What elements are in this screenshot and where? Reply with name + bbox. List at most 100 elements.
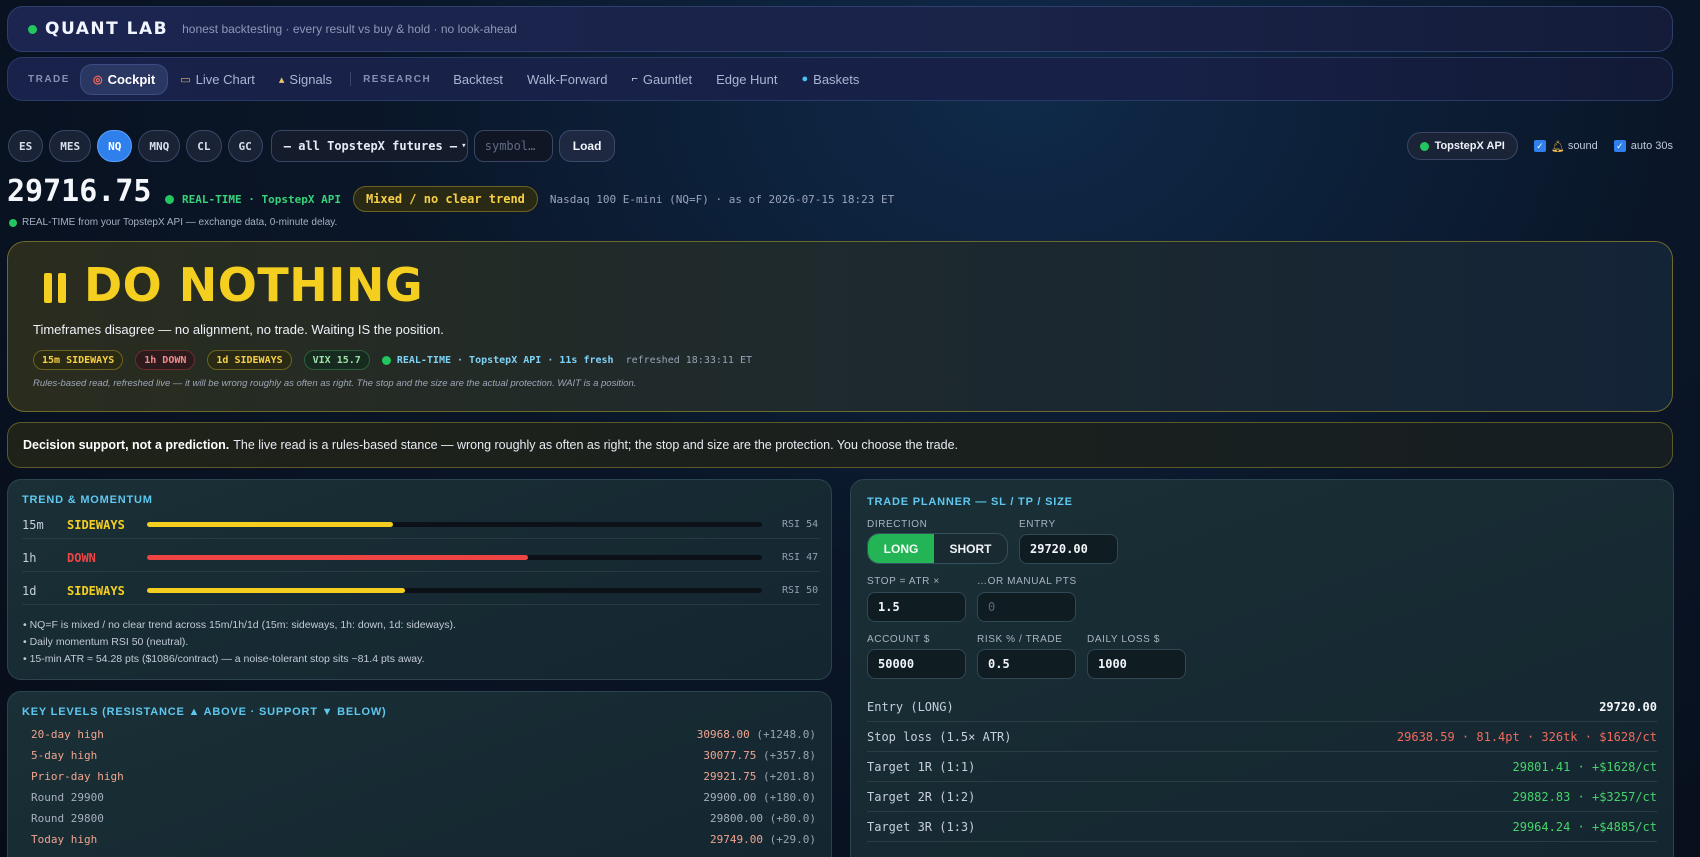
direction-label: DIRECTION — [867, 519, 928, 530]
signal-footnote: Rules-based read, refreshed live — it wi… — [33, 378, 637, 389]
stop-atr-label: STOP = ATR × — [867, 576, 940, 587]
api-status-label: TopstepX API — [1434, 140, 1505, 152]
disclaimer-text: The live read is a rules-based stance — … — [233, 438, 959, 452]
result-label: Target 2R (1:2) — [867, 789, 976, 804]
level-row: 20-day high 30968.00 (+1248.0) — [31, 728, 816, 741]
planner-result-row: Entry (LONG) 29720.00 — [867, 692, 1657, 722]
level-delta: (+29.0) — [769, 833, 816, 846]
chip-vix: VIX 15.7 — [303, 350, 370, 370]
symbol-button-mes[interactable]: MES — [49, 130, 92, 162]
planner-title: TRADE PLANNER — SL / TP / SIZE — [867, 496, 1073, 508]
result-label: Target 3R (1:3) — [867, 819, 976, 834]
planner-result-row: Target 3R (1:3) 29964.24 · +$4885/ct — [867, 812, 1657, 842]
tab-signals[interactable]: ▴ Signals — [267, 65, 344, 94]
planner-result-row: Target 1R (1:1) 29801.41 · +$1628/ct — [867, 752, 1657, 782]
tab-live-chart-label: Live Chart — [195, 71, 255, 87]
api-status-button[interactable]: TopstepX API — [1406, 132, 1518, 160]
result-label: Entry (LONG) — [867, 699, 954, 714]
short-button[interactable]: SHORT — [934, 534, 1007, 563]
symbol-button-es[interactable]: ES — [8, 130, 44, 162]
level-row: Round 29800 29800.00 (+80.0) — [31, 812, 816, 825]
bell-icon: 🔔︎ — [1550, 140, 1565, 153]
symbol-button-mnq[interactable]: MNQ — [138, 130, 181, 162]
symbol-button-nq[interactable]: NQ — [97, 130, 133, 162]
daily-loss-input[interactable]: 1000 — [1087, 649, 1186, 679]
tab-edge-hunt[interactable]: Edge Hunt — [704, 65, 789, 94]
tab-gauntlet[interactable]: ⌐ Gauntlet — [619, 65, 704, 94]
chip-1d: 1d SIDEWAYS — [207, 350, 292, 370]
timeframe-label: 15m — [22, 517, 44, 532]
trend-strength-bar — [147, 588, 406, 593]
signal-icon: ▴ — [278, 73, 285, 86]
trend-strength-bar — [147, 555, 529, 560]
symbol-button-gc[interactable]: GC — [227, 130, 263, 162]
result-value: 29882.83 · +$3257/ct — [1512, 789, 1658, 804]
tab-walk-forward[interactable]: Walk-Forward — [515, 65, 619, 94]
freshness-dot — [381, 355, 391, 365]
freshness-text: REAL-TIME · TopstepX API · 11s fresh — [396, 354, 614, 366]
tab-cockpit[interactable]: ◎ Cockpit — [79, 63, 169, 95]
timeframe-label: 1h — [22, 550, 37, 565]
symbol-bar: ES MES NQ MNQ CL GC — all TopstepX futur… — [8, 129, 616, 163]
nav-group-trade: TRADE — [28, 73, 70, 85]
risk-input[interactable]: 0.5 — [977, 649, 1076, 679]
trend-note: • 15-min ATR ≈ 54.28 pts ($1086/contract… — [23, 653, 425, 665]
level-name: Round 29900 — [31, 791, 104, 804]
load-button[interactable]: Load — [558, 130, 616, 162]
result-value: 29638.59 · 81.4pt · 326tk · $1628/ct — [1396, 729, 1657, 744]
sound-label: sound — [1567, 140, 1598, 152]
level-value: 29900.00 — [703, 791, 757, 804]
result-label: Stop loss (1.5× ATR) — [867, 729, 1012, 744]
signal-hero: DO NOTHING Timeframes disagree — no alig… — [7, 241, 1673, 412]
key-levels-title: KEY LEVELS (RESISTANCE ▲ ABOVE · SUPPORT… — [22, 706, 387, 718]
account-input[interactable]: 50000 — [867, 649, 966, 679]
entry-input[interactable]: 29720.00 — [1019, 534, 1118, 564]
tab-edge-hunt-label: Edge Hunt — [716, 71, 778, 87]
auto-refresh-checkbox[interactable]: ✓ — [1613, 140, 1626, 152]
long-button[interactable]: LONG — [868, 534, 934, 563]
sound-checkbox[interactable]: ✓ — [1533, 140, 1546, 152]
direction-toggle: LONG SHORT — [867, 533, 1008, 564]
globe-icon: ● — [801, 73, 809, 85]
trend-row: 1d SIDEWAYS RSI 50 — [22, 577, 820, 605]
level-delta: (+180.0) — [763, 791, 816, 804]
trend-strength-bar — [147, 522, 393, 527]
manual-pts-input[interactable]: 0 — [977, 592, 1076, 622]
level-row: Today high 29749.00 (+29.0) — [31, 833, 816, 846]
tab-signals-label: Signals — [289, 71, 333, 87]
main-nav: TRADE ◎ Cockpit ▭ Live Chart ▴ Signals R… — [7, 57, 1673, 101]
app-title: QUANT LAB — [45, 19, 169, 39]
level-value: 30968.00 — [696, 728, 750, 741]
key-levels-panel: KEY LEVELS (RESISTANCE ▲ ABOVE · SUPPORT… — [7, 691, 832, 857]
tab-backtest-label: Backtest — [453, 71, 504, 87]
trend-strength-track — [147, 555, 762, 560]
level-delta: (+80.0) — [769, 812, 816, 825]
futures-select[interactable]: — all TopstepX futures — ▾ — [270, 130, 468, 162]
tab-backtest[interactable]: Backtest — [441, 65, 515, 94]
level-row: Prior-day high 29921.75 (+201.8) — [31, 770, 816, 783]
trend-state: SIDEWAYS — [67, 517, 125, 532]
nav-group-research: RESEARCH — [363, 73, 432, 85]
rsi-value: RSI 54 — [782, 519, 819, 530]
status-dot — [28, 24, 37, 34]
result-label: Target 1R (1:1) — [867, 759, 976, 774]
trend-note: • NQ=F is mixed / no clear trend across … — [23, 619, 456, 631]
level-value: 29749.00 — [710, 833, 764, 846]
result-value: 29720.00 — [1599, 699, 1657, 714]
account-label: ACCOUNT $ — [867, 634, 931, 645]
symbol-input[interactable]: symbol… — [473, 130, 553, 162]
stop-atr-input[interactable]: 1.5 — [867, 592, 966, 622]
disclaimer-bold: Decision support, not a prediction. — [23, 438, 230, 452]
chip-15m: 15m SIDEWAYS — [33, 350, 124, 370]
level-delta: (+357.8) — [763, 749, 816, 762]
last-price: 29716.75 — [7, 174, 152, 209]
symbol-button-cl[interactable]: CL — [186, 130, 222, 162]
auto-refresh-toggle[interactable]: ✓ auto 30s — [1613, 140, 1673, 152]
tab-live-chart[interactable]: ▭ Live Chart — [168, 65, 267, 94]
tab-baskets[interactable]: ● Baskets — [790, 65, 872, 94]
target-icon: ◎ — [92, 73, 103, 86]
planner-result-row: Target 2R (1:2) 29882.83 · +$3257/ct — [867, 782, 1657, 812]
signal-freshness: REAL-TIME · TopstepX API · 11s fresh — [381, 354, 614, 366]
sound-toggle[interactable]: ✓ 🔔︎ sound — [1533, 140, 1598, 153]
signal-subtitle: Timeframes disagree — no alignment, no t… — [33, 322, 444, 337]
